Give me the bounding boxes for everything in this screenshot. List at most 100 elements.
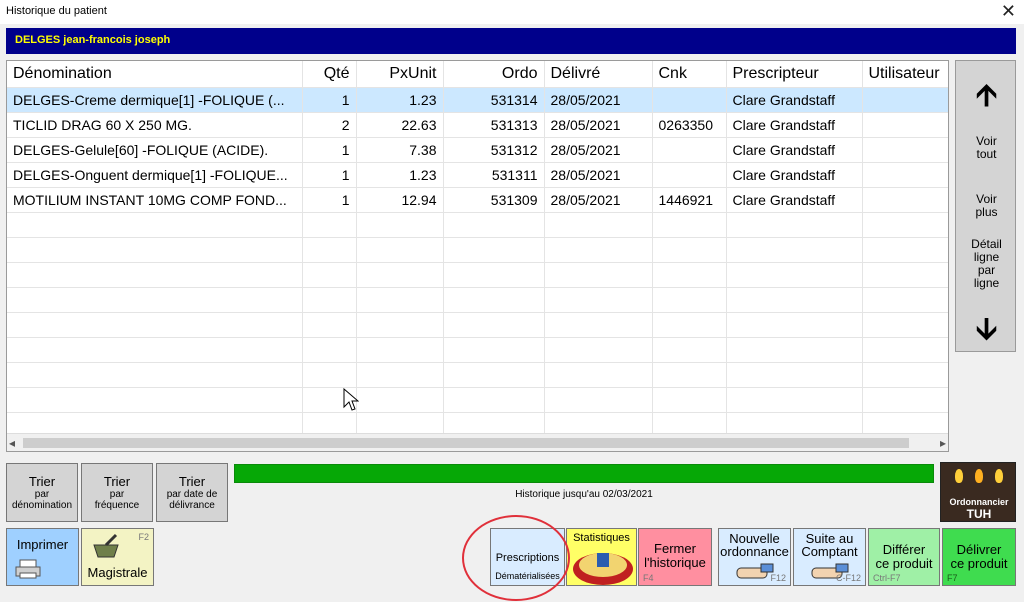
close-icon[interactable]: ✕ bbox=[1001, 1, 1016, 21]
magistrale-button[interactable]: F2 Magistrale bbox=[81, 528, 154, 586]
nouvelle-ordonnance-button[interactable]: Nouvelle ordonnance F12 bbox=[718, 528, 791, 586]
col-header-pxunit[interactable]: PxUnit bbox=[356, 61, 444, 88]
empty-cell bbox=[726, 337, 863, 363]
tuh-line2: TUH bbox=[966, 507, 992, 521]
ordonnancier-tuh-button[interactable]: Ordonnancier TUH bbox=[940, 462, 1016, 522]
empty-row bbox=[7, 337, 948, 363]
cell-delivre: 28/05/2021 bbox=[544, 87, 653, 113]
fermer-line1: Fermer bbox=[654, 541, 696, 556]
empty-cell bbox=[356, 237, 444, 263]
empty-cell bbox=[7, 212, 303, 238]
sort-by-denomination-button[interactable]: Trier par dénomination bbox=[6, 463, 78, 522]
cell-delivre: 28/05/2021 bbox=[544, 137, 653, 163]
cell-cnk bbox=[652, 87, 727, 113]
cell-utilisateur bbox=[862, 187, 948, 213]
scrollbar-thumb[interactable] bbox=[23, 438, 909, 448]
empty-cell bbox=[302, 337, 357, 363]
col-header-delivre[interactable]: Délivré bbox=[544, 61, 653, 88]
cell-qte: 1 bbox=[302, 162, 357, 188]
scroll-right-icon[interactable]: ▸ bbox=[940, 434, 946, 451]
delivrer-line2: ce produit bbox=[950, 556, 1008, 571]
empty-cell bbox=[302, 312, 357, 338]
empty-cell bbox=[726, 287, 863, 313]
statistiques-label: Statistiques bbox=[573, 532, 630, 544]
empty-cell bbox=[7, 287, 303, 313]
sort-sub-2: dénomination bbox=[11, 500, 73, 511]
cell-denomination: MOTILIUM INSTANT 10MG COMP FOND... bbox=[7, 187, 303, 213]
empty-row bbox=[7, 212, 948, 238]
cell-pxunit: 1.23 bbox=[356, 87, 444, 113]
col-header-denomination[interactable]: Dénomination bbox=[7, 61, 303, 88]
empty-cell bbox=[544, 387, 653, 413]
cell-ordo: 531311 bbox=[443, 162, 545, 188]
cell-cnk bbox=[652, 137, 727, 163]
empty-cell bbox=[443, 237, 545, 263]
empty-cell bbox=[544, 287, 653, 313]
candle-flame-icon bbox=[955, 469, 963, 483]
fermer-key: F4 bbox=[643, 573, 654, 583]
empty-cell bbox=[544, 312, 653, 338]
differer-line2: ce produit bbox=[875, 556, 933, 571]
empty-cell bbox=[726, 237, 863, 263]
table-row[interactable]: MOTILIUM INSTANT 10MG COMP FOND... 1 12.94… bbox=[7, 187, 948, 213]
empty-cell bbox=[544, 237, 653, 263]
detail-line4: ligne bbox=[973, 276, 1000, 290]
col-header-qte[interactable]: Qté bbox=[302, 61, 357, 88]
empty-cell bbox=[302, 237, 357, 263]
imprimer-button[interactable]: Imprimer bbox=[6, 528, 79, 586]
voir-tout-line2: tout bbox=[976, 147, 997, 161]
statistiques-button[interactable]: Statistiques bbox=[566, 528, 637, 586]
printer-icon bbox=[15, 559, 41, 579]
arrow-up-icon[interactable]: 🡩 bbox=[956, 73, 1017, 124]
col-header-utilisateur[interactable]: Utilisateur bbox=[862, 61, 948, 88]
empty-cell bbox=[862, 362, 948, 388]
table-row[interactable]: DELGES-Gelule[60] -FOLIQUE (ACIDE). 1 7.38… bbox=[7, 137, 948, 163]
table-row[interactable]: TICLID DRAG 60 X 250 MG. 2 22.63 531313 28/0… bbox=[7, 112, 948, 138]
detail-ligne-button[interactable]: Détail ligne par ligne bbox=[956, 238, 1017, 290]
fermer-historique-button[interactable]: Fermer l'historique F4 bbox=[638, 528, 712, 586]
table-row[interactable]: DELGES-Onguent dermique[1] -FOLIQUE... 1 1… bbox=[7, 162, 948, 188]
sort-label: Trier bbox=[103, 474, 131, 489]
cell-prescripteur: Clare Grandstaff bbox=[726, 112, 863, 138]
empty-row bbox=[7, 312, 948, 338]
patient-name: DELGES jean-francois joseph bbox=[15, 34, 171, 46]
cell-qte: 1 bbox=[302, 137, 357, 163]
sort-by-frequency-button[interactable]: Trier par fréquence bbox=[81, 463, 153, 522]
arrow-down-icon[interactable]: 🡫 bbox=[956, 307, 1017, 358]
suite-au-comptant-button[interactable]: Suite au Comptant C-F12 bbox=[793, 528, 866, 586]
progress-fill bbox=[235, 465, 933, 482]
title-bar: Historique du patient ✕ bbox=[0, 0, 1024, 24]
empty-cell bbox=[356, 212, 444, 238]
empty-cell bbox=[544, 262, 653, 288]
voir-tout-button[interactable]: Voir tout bbox=[956, 135, 1017, 161]
col-header-prescripteur[interactable]: Prescripteur bbox=[726, 61, 863, 88]
delivrer-produit-button[interactable]: Délivrer ce produit F7 bbox=[942, 528, 1016, 586]
sort-by-date-button[interactable]: Trier par date de délivrance bbox=[156, 463, 228, 522]
empty-cell bbox=[7, 262, 303, 288]
horizontal-scrollbar[interactable]: ◂ ▸ bbox=[7, 433, 948, 451]
empty-cell bbox=[652, 262, 727, 288]
empty-cell bbox=[652, 387, 727, 413]
voir-plus-button[interactable]: Voir plus bbox=[956, 193, 1017, 219]
cell-ordo: 531312 bbox=[443, 137, 545, 163]
cell-qte: 1 bbox=[302, 187, 357, 213]
empty-cell bbox=[862, 287, 948, 313]
table-row[interactable]: DELGES-Creme dermique[1] -FOLIQUE (... 1 1… bbox=[7, 87, 948, 113]
scroll-left-icon[interactable]: ◂ bbox=[9, 434, 15, 451]
empty-cell bbox=[544, 362, 653, 388]
empty-row bbox=[7, 262, 948, 288]
empty-cell bbox=[652, 362, 727, 388]
empty-cell bbox=[443, 287, 545, 313]
differer-produit-button[interactable]: Différer ce produit Ctrl-F7 bbox=[868, 528, 940, 586]
cell-pxunit: 22.63 bbox=[356, 112, 444, 138]
sort-sub-1: par bbox=[34, 489, 50, 500]
col-header-cnk[interactable]: Cnk bbox=[652, 61, 727, 88]
cell-delivre: 28/05/2021 bbox=[544, 162, 653, 188]
empty-cell bbox=[862, 337, 948, 363]
empty-cell bbox=[652, 237, 727, 263]
empty-row bbox=[7, 287, 948, 313]
tuh-line1: Ordonnancier bbox=[949, 497, 1009, 507]
col-header-ordo[interactable]: Ordo bbox=[443, 61, 545, 88]
table-header-row: Dénomination Qté PxUnit Ordo Délivré Cnk… bbox=[7, 61, 948, 88]
cell-utilisateur bbox=[862, 87, 948, 113]
